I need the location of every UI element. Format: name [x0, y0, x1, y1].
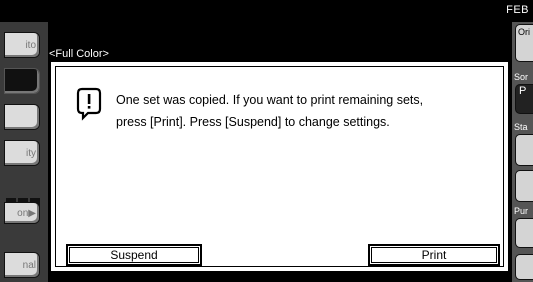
- left-button-3[interactable]: [4, 104, 40, 130]
- left-button-4[interactable]: ity: [4, 140, 40, 166]
- dialog-message: One set was copied. If you want to print…: [116, 89, 496, 133]
- date-month: FEB: [506, 4, 529, 16]
- original-button[interactable]: Ori: [515, 24, 533, 62]
- right-label-stack: Sta: [514, 122, 528, 132]
- right-label-punch: Pur: [514, 206, 529, 216]
- right-button-bottom[interactable]: [515, 254, 533, 280]
- left-button-2[interactable]: [4, 68, 40, 94]
- right-label-sort: Sor: [514, 72, 529, 82]
- dialog-frame: One set was copied. If you want to print…: [55, 66, 504, 267]
- dialog-message-line-1: One set was copied. If you want to print…: [116, 93, 424, 107]
- right-label-ori: Ori: [518, 27, 530, 37]
- color-mode-label: <Full Color>: [49, 48, 109, 60]
- print-button[interactable]: Print: [368, 244, 500, 266]
- left-button-5[interactable]: on▶: [4, 202, 40, 224]
- copy-dialog: One set was copied. If you want to print…: [49, 60, 510, 273]
- right-panel: Ori Sor P Sta Pur: [512, 22, 533, 282]
- warning-icon: [76, 87, 102, 121]
- staple-button[interactable]: [515, 170, 533, 202]
- left-button-1[interactable]: ito: [4, 32, 40, 58]
- left-button-6[interactable]: nal: [4, 252, 40, 278]
- sort-button[interactable]: P: [515, 84, 533, 114]
- stack-button[interactable]: [515, 134, 533, 166]
- punch-button[interactable]: [515, 218, 533, 248]
- suspend-button[interactable]: Suspend: [66, 244, 202, 266]
- left-panel: ito ity on▶ nal: [0, 22, 48, 282]
- dialog-message-line-2: press [Print]. Press [Suspend] to change…: [116, 115, 390, 129]
- top-bar: FEB: [0, 0, 533, 22]
